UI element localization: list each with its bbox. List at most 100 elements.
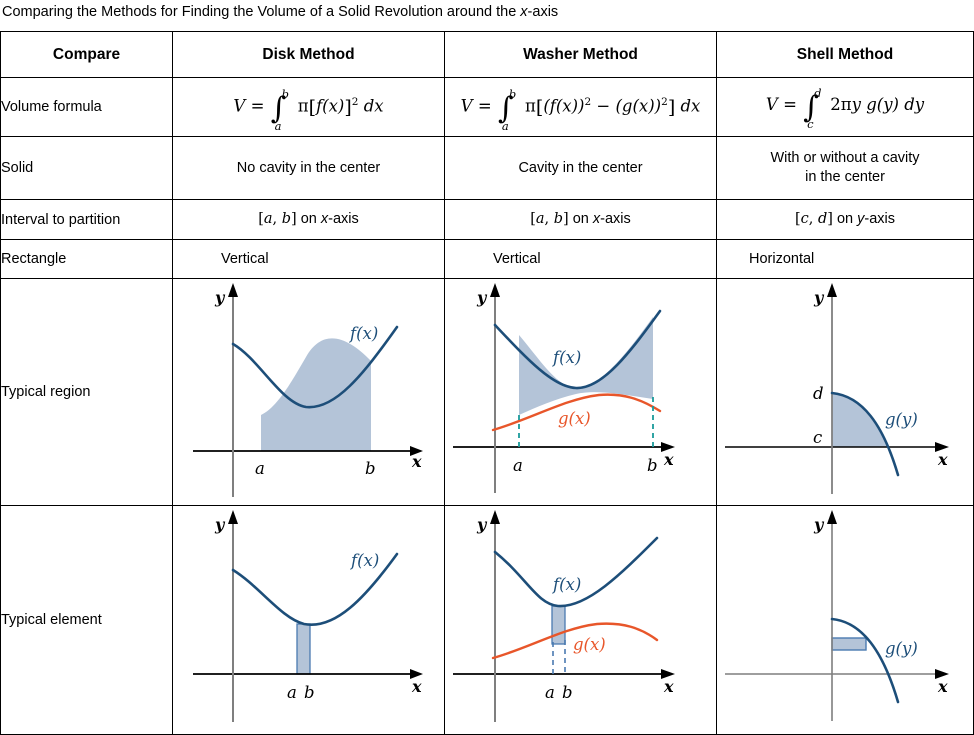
- y-axis-arrow-icon: [490, 510, 500, 524]
- curve-label-g-of-y: g(y): [885, 639, 918, 658]
- disk-region-graph: y x f(x) a b: [193, 283, 423, 497]
- washer-interval-text: [a, b] on x-axis: [530, 211, 631, 227]
- header-shell-method: Shell Method: [716, 31, 974, 78]
- washer-interval-suffix: on: [568, 211, 593, 227]
- washer-region-shaded-area: [519, 317, 653, 415]
- disk-element-strip: [296, 623, 311, 675]
- methods-comparison-table: Compare Disk Method Washer Method Shell …: [0, 31, 974, 735]
- disk-element-graph: y x f(x) a b: [193, 510, 423, 722]
- y-axis-arrow-icon: [490, 283, 500, 297]
- y-axis-label: y: [813, 288, 825, 307]
- table-row-interval: Interval to partition [a, b] on x-axis […: [0, 199, 974, 240]
- shell-element-graph: y x g(y): [725, 510, 949, 721]
- curve-label-f-of-x: f(x): [348, 324, 378, 343]
- header-washer-method: Washer Method: [444, 31, 717, 78]
- x-axis-label: x: [663, 677, 674, 696]
- curve-label-g-of-y: g(y): [885, 410, 918, 429]
- disk-interval-suffix: on: [296, 211, 321, 227]
- cell-disk-interval: [a, b] on x-axis: [172, 199, 445, 240]
- y-axis-arrow-icon: [228, 510, 238, 524]
- row-label-volume-formula: Volume formula: [0, 77, 173, 137]
- tick-label-a: a: [287, 683, 297, 702]
- shell-volume-formula: V = ∫ d c 2πy g(y) dy: [765, 85, 925, 132]
- tick-label-a: a: [545, 683, 555, 702]
- y-axis-label: y: [813, 515, 825, 534]
- cell-disk-typical-region: y x f(x) a b: [172, 278, 445, 506]
- washer-region-graph: y x f(x) g(x) a b: [453, 283, 675, 493]
- curve-g-of-y: [830, 617, 900, 704]
- shell-interval-axis-suffix: -axis: [864, 211, 896, 227]
- washer-element-strip: [551, 605, 566, 645]
- shell-region-shaded-area: [832, 393, 889, 447]
- x-axis-label: x: [411, 452, 422, 471]
- disk-interval-text: [a, b] on x-axis: [258, 211, 359, 227]
- shell-element-strip: [831, 637, 867, 651]
- header-disk-method: Disk Method: [172, 31, 445, 78]
- tick-label-c: c: [813, 428, 822, 447]
- tick-label-b: b: [365, 459, 376, 478]
- washer-interval-axis-suffix: -axis: [600, 211, 631, 227]
- cell-disk-rectangle: Vertical: [172, 239, 445, 279]
- cell-disk-formula: V = ∫ b a π[f(x)]2 dx: [172, 77, 445, 137]
- page-title-part2: -axis: [527, 4, 559, 20]
- y-axis-label: y: [476, 515, 488, 534]
- row-label-interval: Interval to partition: [0, 199, 173, 240]
- curve-f-of-x: [493, 536, 659, 608]
- table-row-typical-region: Typical region y x f(x) a b y x f(x) g(x…: [0, 278, 974, 506]
- cell-washer-solid: Cavity in the center: [444, 136, 717, 200]
- tick-label-a: a: [255, 459, 265, 478]
- x-axis-label: x: [411, 677, 422, 696]
- tick-label-b: b: [304, 683, 315, 702]
- curve-label-g-of-x: g(x): [573, 635, 606, 654]
- cell-disk-typical-element: y x f(x) a b: [172, 505, 445, 735]
- x-axis-label: x: [937, 450, 948, 469]
- row-label-solid: Solid: [0, 136, 173, 200]
- tick-label-a: a: [513, 456, 523, 475]
- y-axis-label: y: [214, 288, 226, 307]
- cell-washer-rectangle: Vertical: [444, 239, 717, 279]
- y-axis-arrow-icon: [228, 283, 238, 297]
- table-row-typical-element: Typical element y x f(x) a b y x f(x) g(…: [0, 505, 974, 735]
- washer-volume-formula: V = ∫ b a π[(f(x))2 − (g(x))2] dx: [460, 87, 701, 134]
- shell-region-graph: y x g(y) d c: [725, 283, 949, 494]
- washer-element-graph: y x f(x) g(x) a b: [453, 510, 675, 722]
- cell-washer-interval: [a, b] on x-axis: [444, 199, 717, 240]
- row-label-typical-region: Typical region: [0, 278, 173, 506]
- header-compare: Compare: [0, 31, 173, 78]
- y-axis-arrow-icon: [827, 283, 837, 297]
- cell-shell-rectangle: Horizontal: [716, 239, 974, 279]
- table-header-row: Compare Disk Method Washer Method Shell …: [0, 31, 974, 78]
- table-row-solid: Solid No cavity in the center Cavity in …: [0, 136, 974, 200]
- cell-shell-solid-line2: in the center: [805, 169, 885, 185]
- curve-label-f-of-x: f(x): [551, 348, 581, 367]
- cell-shell-interval: [c, d] on y-axis: [716, 199, 974, 240]
- curve-label-f-of-x: f(x): [551, 575, 581, 594]
- tick-label-b: b: [562, 683, 573, 702]
- disk-region-shaded-area: [261, 338, 371, 451]
- cell-washer-typical-element: y x f(x) g(x) a b: [444, 505, 717, 735]
- y-axis-arrow-icon: [827, 510, 837, 524]
- tick-label-d: d: [813, 384, 824, 403]
- row-label-rectangle: Rectangle: [0, 239, 173, 279]
- x-axis-label: x: [663, 450, 674, 469]
- shell-interval-suffix: on: [832, 211, 858, 227]
- curve-label-g-of-x: g(x): [558, 409, 591, 428]
- disk-volume-formula: V = ∫ b a π[f(x)]2 dx: [233, 87, 384, 134]
- table-row-volume-formula: Volume formula V = ∫ b a π[f(x)]2 dx V = ∫…: [0, 77, 974, 137]
- cell-shell-typical-element: y x g(y): [716, 505, 974, 735]
- page-title-italic-x: x: [520, 4, 528, 20]
- y-axis-label: y: [214, 515, 226, 534]
- comparison-table-page: Comparing the Methods for Finding the Vo…: [0, 0, 974, 735]
- cell-shell-formula: V = ∫ d c 2πy g(y) dy: [716, 77, 974, 137]
- cell-disk-solid: No cavity in the center: [172, 136, 445, 200]
- disk-interval-axis-suffix: -axis: [328, 211, 359, 227]
- shell-interval-text: [c, d] on y-axis: [794, 211, 896, 227]
- page-title: Comparing the Methods for Finding the Vo…: [2, 2, 970, 22]
- table-row-rectangle: Rectangle Vertical Vertical Horizontal: [0, 239, 974, 279]
- row-label-typical-element: Typical element: [0, 505, 173, 735]
- tick-label-b: b: [647, 456, 658, 475]
- page-title-part1: Comparing the Methods for Finding the Vo…: [2, 4, 521, 20]
- cell-shell-solid: With or without a cavity in the center: [716, 136, 974, 200]
- cell-shell-typical-region: y x g(y) d c: [716, 278, 974, 506]
- x-axis-label: x: [937, 677, 948, 696]
